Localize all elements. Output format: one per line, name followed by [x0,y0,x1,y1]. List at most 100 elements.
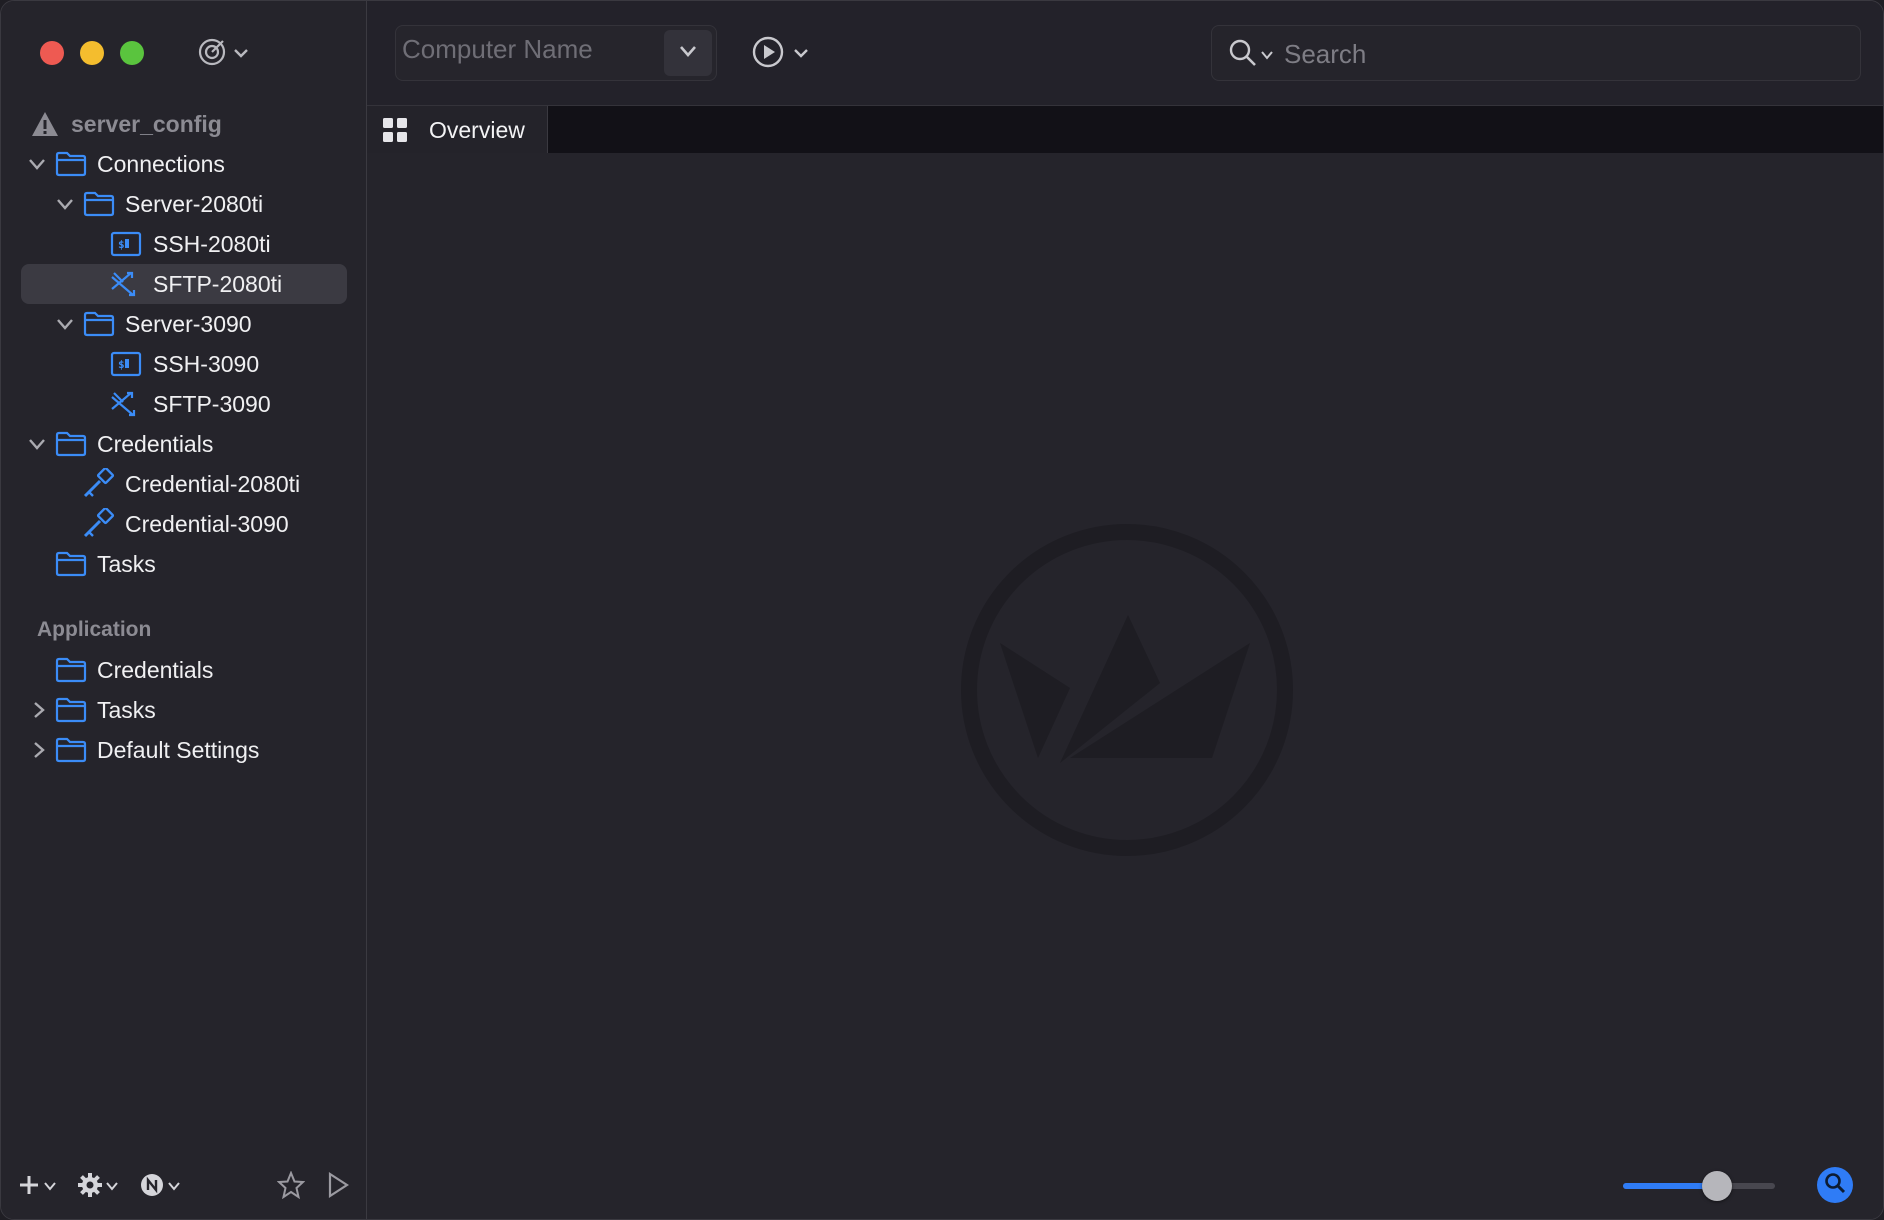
search-box [1211,25,1861,82]
magnifier-icon [1823,1171,1847,1200]
app-item-default-settings[interactable]: Default Settings [1,730,367,770]
tree-item-connections[interactable]: Connections [1,144,367,184]
tree-item-label: Credentials [97,656,214,683]
tree-item-label: Tasks [97,696,156,723]
run-button[interactable] [327,1167,350,1207]
terminal-icon: $ [109,349,143,379]
play-circle-icon [751,35,785,74]
search-options-button[interactable] [1228,38,1274,73]
computer-name-dropdown-button[interactable] [664,30,712,76]
app-logo-watermark [960,523,1294,862]
tab-overview[interactable]: Overview [367,106,548,154]
execute-menu-button[interactable] [751,35,809,74]
tree-item-label: Connections [97,150,225,177]
add-menu-button[interactable] [17,1167,57,1207]
chevron-down-icon [233,46,249,64]
tree-item-label: Credentials [97,430,214,457]
chevron-down-icon [793,46,809,64]
tree-item-server-2080ti[interactable]: Server-2080ti [1,184,367,224]
warning-icon [28,109,62,139]
tab-bar: Overview [367,105,1883,155]
tree-item-label: Credential-3090 [125,510,289,537]
zoom-slider[interactable] [1623,1183,1775,1189]
tree-item-label: SFTP-3090 [153,390,271,417]
target-menu-button[interactable] [197,37,249,72]
settings-menu-button[interactable] [77,1167,119,1207]
folder-icon [82,309,116,339]
tree-item-server-3090[interactable]: Server-3090 [1,304,367,344]
tree-item-sftp-2080ti[interactable]: SFTP-2080ti [1,264,367,304]
app-window: server_config Connections Server-2080ti … [0,0,1884,1220]
tree-item-label: Tasks [97,550,156,577]
tab-label: Overview [429,116,525,143]
content-area [367,153,1883,1219]
app-item-credentials[interactable]: Credentials [1,650,367,690]
chevron-down-icon [167,1178,181,1196]
tree-item-label: SSH-2080ti [153,230,271,257]
chevron-down-icon [105,1178,119,1196]
zoom-slider-knob[interactable] [1702,1171,1733,1201]
chevron-down-icon[interactable] [27,154,47,174]
chevron-down-icon[interactable] [55,314,75,334]
tree-root[interactable]: server_config [1,104,367,144]
app-item-tasks[interactable]: Tasks [1,690,367,730]
folder-icon [54,429,88,459]
tree-item-tasks[interactable]: Tasks [1,544,367,584]
tree-item-label: Credential-2080ti [125,470,301,497]
play-icon [327,1171,350,1203]
chevron-right-icon[interactable] [29,700,49,720]
folder-icon [54,149,88,179]
chevron-right-icon[interactable] [29,740,49,760]
main-toolbar [367,1,1883,105]
folder-icon [82,189,116,219]
tree-item-sftp-3090[interactable]: SFTP-3090 [1,384,367,424]
tree-item-label: Server-2080ti [125,190,264,217]
chevron-down-icon[interactable] [27,434,47,454]
account-menu-button[interactable] [139,1167,181,1207]
svg-text:$: $ [118,358,125,371]
minimize-window-button[interactable] [80,41,104,65]
chevron-down-icon [1260,47,1274,65]
zoom-control [1623,1165,1853,1205]
sidebar-footer [1,1167,367,1207]
terminal-icon: $ [109,229,143,259]
chevron-down-icon[interactable] [55,194,75,214]
tree-item-label: SSH-3090 [153,350,260,377]
computer-name-input[interactable] [396,26,661,80]
tree-root-label: server_config [71,110,222,137]
favorite-button[interactable] [276,1167,306,1207]
account-icon [139,1172,165,1203]
sidebar: server_config Connections Server-2080ti … [1,1,367,1219]
folder-icon [54,695,88,725]
tree-item-credential-2080ti[interactable]: Credential-2080ti [1,464,367,504]
computer-name-combo [395,25,717,81]
navigation-tree: server_config Connections Server-2080ti … [1,104,367,770]
target-icon [197,37,227,72]
key-icon [81,468,115,499]
key-icon [81,508,115,539]
section-application: Application [1,610,367,650]
sftp-icon [109,389,143,419]
star-icon [276,1169,306,1204]
tree-item-label: SFTP-2080ti [153,270,283,297]
folder-icon [54,735,88,765]
svg-text:$: $ [118,238,125,251]
plus-icon [17,1173,41,1202]
tree-item-credentials[interactable]: Credentials [1,424,367,464]
window-controls [40,41,144,65]
search-icon [1228,38,1258,73]
sftp-icon [109,269,143,299]
close-window-button[interactable] [40,41,64,65]
gear-icon [77,1172,103,1203]
section-label: Application [37,618,152,641]
grid-icon [383,118,407,147]
chevron-down-icon [679,44,697,62]
tree-item-ssh-2080ti[interactable]: $ SSH-2080ti [1,224,367,264]
zoom-button[interactable] [1817,1167,1853,1203]
tree-item-credential-3090[interactable]: Credential-3090 [1,504,367,544]
tree-item-ssh-3090[interactable]: $ SSH-3090 [1,344,367,384]
zoom-window-button[interactable] [120,41,144,65]
search-input[interactable] [1282,26,1846,82]
tree-item-label: Default Settings [97,736,260,763]
folder-icon [54,655,88,685]
